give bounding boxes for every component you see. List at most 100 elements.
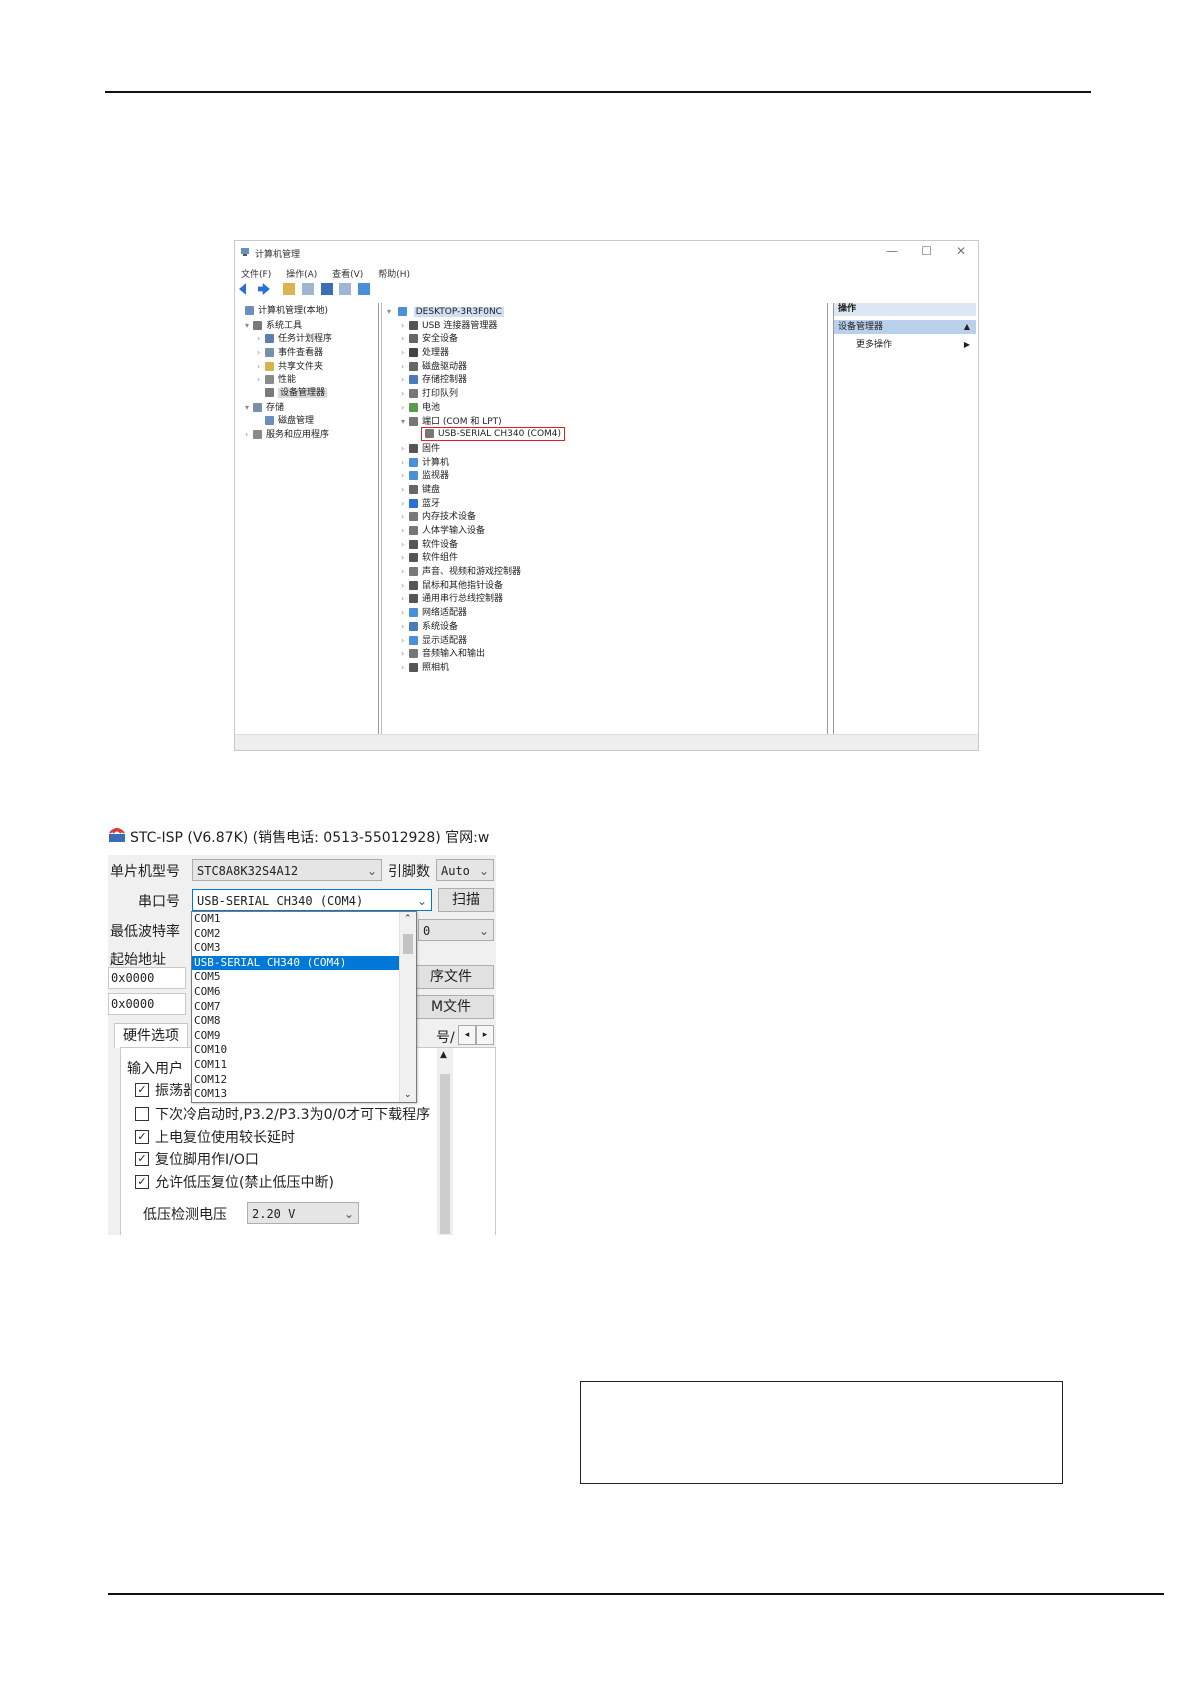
hardware-option[interactable]: ✓ 复位脚用作I/O口 (135, 1149, 259, 1169)
nav-item[interactable]: 设备管理器 (237, 387, 378, 401)
nav-item[interactable]: ▾ 存储 (237, 401, 378, 415)
device-category[interactable]: › 系统设备 (387, 620, 827, 634)
port-option[interactable]: USB-SERIAL CH340 (COM4) (192, 955, 416, 971)
device-category[interactable]: › 磁盘驱动器 (387, 360, 827, 374)
pane-splitter[interactable] (381, 303, 386, 735)
expand-icon[interactable]: › (401, 332, 409, 346)
checkbox[interactable] (135, 1107, 149, 1121)
port-option[interactable]: COM14 (192, 1102, 416, 1103)
device-category[interactable]: › 显示适配器 (387, 634, 827, 648)
device-category[interactable]: › 电池 (387, 401, 827, 415)
device-root[interactable]: ▾ DESKTOP-3R3F0NC (387, 305, 827, 319)
expand-icon[interactable]: › (401, 373, 409, 387)
device-category[interactable]: › 软件组件 (387, 551, 827, 565)
port-option[interactable]: COM8 (192, 1014, 416, 1029)
collapse-icon[interactable]: ▾ (401, 415, 409, 429)
properties-icon[interactable] (301, 283, 314, 295)
expand-icon[interactable]: › (401, 360, 409, 374)
device-category[interactable]: › 打印队列 (387, 387, 827, 401)
more-actions[interactable]: 更多操作 ▶ (834, 338, 976, 352)
expand-icon[interactable]: › (401, 620, 409, 634)
nav-item[interactable]: ▾ 系统工具 (237, 319, 378, 333)
menu-action[interactable]: 操作(A) (286, 270, 317, 280)
forward-icon[interactable] (257, 283, 270, 295)
expander-icon[interactable]: › (245, 428, 253, 442)
expander-icon[interactable]: › (257, 360, 265, 374)
device-category[interactable]: › 固件 (387, 442, 827, 456)
expand-icon[interactable]: › (401, 524, 409, 538)
tab-partial-right[interactable]: 号/ (436, 1027, 455, 1047)
scroll-down-icon[interactable]: ⌄ (404, 1090, 412, 1100)
device-category[interactable]: › 通用串行总线控制器 (387, 592, 827, 606)
baud-select[interactable]: 0 ⌄ (418, 919, 494, 941)
osc-option[interactable]: ✓ 振荡器 (135, 1080, 197, 1100)
checkbox[interactable]: ✓ (135, 1083, 149, 1097)
expander-icon[interactable]: ▾ (245, 401, 253, 415)
port-option[interactable]: COM10 (192, 1043, 416, 1058)
port-option[interactable]: COM7 (192, 1000, 416, 1015)
device-category[interactable]: › 存储控制器 (387, 373, 827, 387)
monitor-icon[interactable] (358, 283, 371, 295)
device-category[interactable]: › 软件设备 (387, 538, 827, 552)
open-program-file-button[interactable]: 序文件 (408, 965, 494, 989)
device-item-child[interactable]: USB-SERIAL CH340 (COM4) (387, 427, 827, 442)
expand-icon[interactable]: › (401, 592, 409, 606)
checkbox[interactable]: ✓ (135, 1152, 149, 1166)
expand-icon[interactable]: › (401, 469, 409, 483)
expand-icon[interactable]: › (401, 565, 409, 579)
device-category[interactable]: › 处理器 (387, 346, 827, 360)
expand-icon[interactable]: › (401, 442, 409, 456)
device-category[interactable]: › 蓝牙 (387, 497, 827, 511)
device-category[interactable]: › 音频输入和输出 (387, 647, 827, 661)
expander-icon[interactable]: › (257, 346, 265, 360)
nav-item[interactable]: › 性能 (237, 373, 378, 387)
dropdown-scrollbar[interactable]: ⌃ ⌄ (399, 912, 416, 1102)
expand-icon[interactable]: › (401, 483, 409, 497)
menu-file[interactable]: 文件(F) (241, 270, 271, 280)
dropdown-scroll-thumb[interactable] (403, 934, 413, 954)
scroll-up-icon[interactable]: ⌃ (404, 914, 412, 924)
scan-button[interactable]: 扫描 (438, 888, 494, 912)
port-option[interactable]: COM1 (192, 912, 416, 927)
tab-scroll-right-button[interactable]: ▸ (476, 1025, 494, 1045)
help-icon[interactable] (320, 283, 333, 295)
expand-icon[interactable]: › (401, 319, 409, 333)
tab-scroll-left-button[interactable]: ◂ (458, 1025, 476, 1045)
back-icon[interactable] (239, 283, 251, 295)
close-button[interactable]: ✕ (956, 244, 966, 258)
port-select[interactable]: USB-SERIAL CH340 (COM4) ⌄ (192, 889, 432, 911)
device-category[interactable]: › 内存技术设备 (387, 510, 827, 524)
expand-icon[interactable]: › (401, 634, 409, 648)
collapse-icon[interactable]: ▾ (387, 305, 395, 319)
device-category[interactable]: › 照相机 (387, 661, 827, 675)
options-scrollbar[interactable]: ▲ (437, 1048, 453, 1235)
expander-icon[interactable]: › (257, 332, 265, 346)
minimize-button[interactable]: — (886, 244, 898, 258)
checkbox[interactable]: ✓ (135, 1129, 149, 1144)
port-dropdown-list[interactable]: COM1 COM2 COM3 USB-SERIAL CH340 (COM4) COM5 C… (191, 911, 417, 1103)
actions-device-manager[interactable]: 设备管理器 ▲ (834, 320, 976, 334)
mcu-model-select[interactable]: STC8A8K32S4A12 ⌄ (192, 859, 382, 881)
port-option[interactable]: COM9 (192, 1029, 416, 1044)
nav-item[interactable]: › 事件查看器 (237, 346, 378, 360)
device-category[interactable]: › 鼠标和其他指针设备 (387, 579, 827, 593)
expand-icon[interactable]: › (401, 661, 409, 675)
scroll-thumb[interactable] (440, 1074, 450, 1234)
expand-icon[interactable]: › (401, 606, 409, 620)
expand-icon[interactable]: › (401, 510, 409, 524)
expand-icon[interactable]: › (401, 387, 409, 401)
folder-icon[interactable] (282, 283, 295, 295)
lvd-select[interactable]: 2.20 V ⌄ (247, 1202, 359, 1224)
expand-icon[interactable]: › (401, 346, 409, 360)
open-eeprom-file-button[interactable]: M文件 (408, 995, 494, 1019)
start-address-field[interactable]: 0x0000 (108, 967, 186, 989)
device-category[interactable]: › 网络适配器 (387, 606, 827, 620)
expand-icon[interactable]: › (401, 456, 409, 470)
device-category[interactable]: › 声音、视频和游戏控制器 (387, 565, 827, 579)
port-option[interactable]: COM2 (192, 927, 416, 942)
device-category[interactable]: › USB 连接器管理器 (387, 319, 827, 333)
port-option[interactable]: COM3 (192, 941, 416, 956)
device-category[interactable]: › 计算机 (387, 456, 827, 470)
expand-icon[interactable]: › (401, 551, 409, 565)
menu-help[interactable]: 帮助(H) (378, 270, 410, 280)
